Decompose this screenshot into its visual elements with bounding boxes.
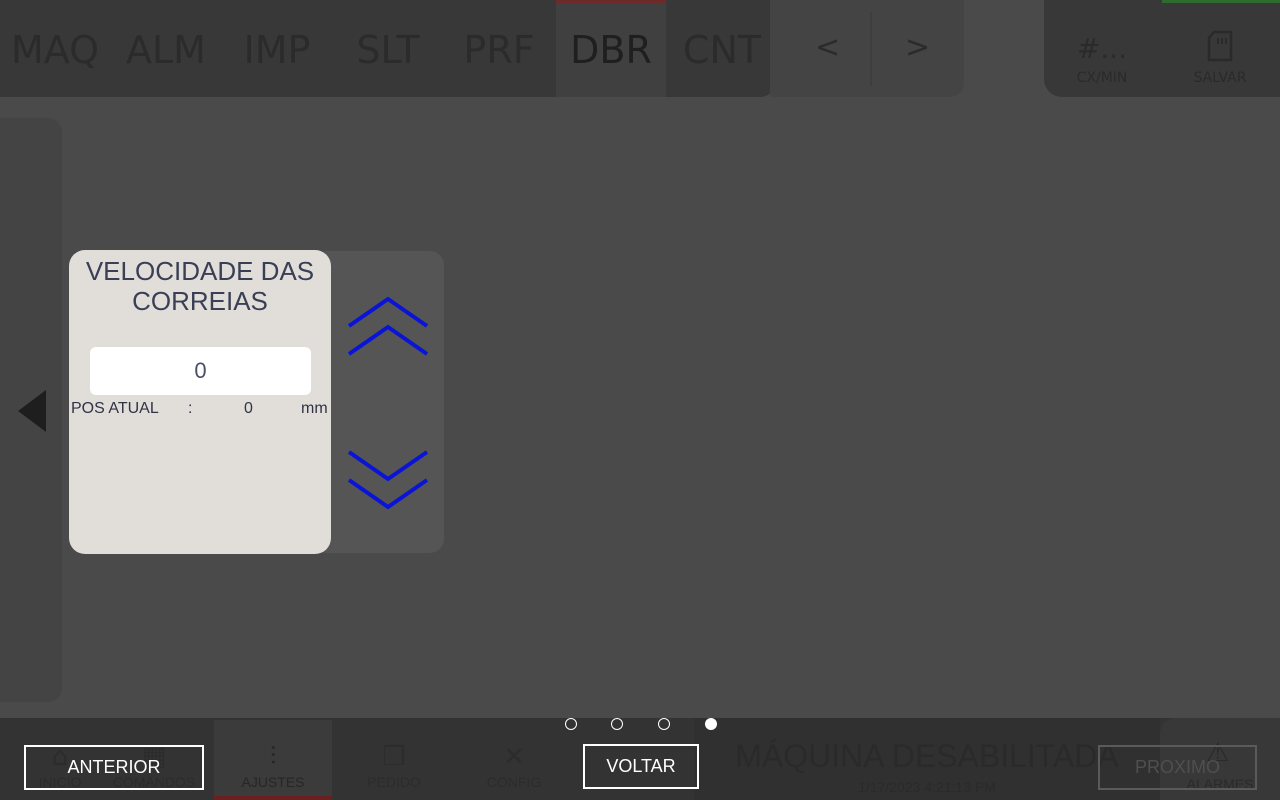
nav-divider	[870, 12, 872, 86]
tab-imp[interactable]: IMP	[222, 28, 332, 72]
tab-maq[interactable]: MAQ	[0, 28, 110, 72]
sd-card-icon-svg	[1207, 30, 1233, 62]
boxes-icon: ❒	[382, 742, 406, 772]
status-accent-bar	[1162, 0, 1280, 3]
nav-ajustes[interactable]: ⫶ AJUSTES	[214, 720, 332, 800]
card-title-line1: VELOCIDADE DAS	[85, 256, 315, 286]
pos-value: 0	[244, 400, 253, 417]
status-datetime: 1/17/2023 4:21:13 PM	[858, 779, 996, 795]
save-label: SALVAR	[1193, 70, 1247, 86]
prev-tab-button[interactable]: <	[815, 30, 840, 65]
nav-pedido-label: PEDIDO	[367, 774, 421, 790]
double-chevron-down-icon[interactable]	[346, 448, 430, 512]
card-title: VELOCIDADE DAS CORREIAS	[69, 256, 331, 316]
parameter-card: VELOCIDADE DAS CORREIAS 0 POS ATUAL : 0 …	[69, 250, 331, 554]
anterior-button[interactable]: ANTERIOR	[24, 745, 204, 790]
nav-ajustes-label: AJUSTES	[241, 774, 305, 790]
pos-separator: :	[188, 400, 193, 417]
nav-config[interactable]: ✕ CONFIG	[454, 720, 574, 800]
pos-unit: mm	[301, 400, 328, 417]
tools-icon: ✕	[503, 742, 525, 772]
nav-config-label: CONFIG	[486, 774, 542, 790]
tab-slt[interactable]: SLT	[333, 28, 443, 72]
sliders-icon: ⫶	[269, 742, 277, 772]
counter-label: CX/MIN	[1076, 70, 1128, 86]
sd-card-icon[interactable]	[1170, 30, 1270, 69]
tab-alm[interactable]: ALM	[111, 28, 221, 72]
page-dot-4-active[interactable]	[705, 718, 717, 730]
value-input[interactable]: 0	[90, 347, 311, 395]
tab-nav-box	[770, 0, 964, 97]
page-dot-2[interactable]	[611, 718, 623, 730]
next-tab-button[interactable]: >	[905, 30, 930, 65]
tab-prf[interactable]: PRF	[444, 28, 554, 72]
page-dot-3[interactable]	[658, 718, 670, 730]
tab-cnt[interactable]: CNT	[667, 28, 777, 72]
left-triangle-icon[interactable]	[18, 390, 46, 432]
tab-dbr-active-indicator	[556, 0, 666, 3]
proximo-button[interactable]: PROXIMO	[1098, 745, 1257, 790]
page-dot-1[interactable]	[565, 718, 577, 730]
nav-ajustes-active-indicator	[214, 796, 332, 800]
pos-label: POS ATUAL	[71, 400, 159, 417]
machine-status-text: MÁQUINA DESABILITADA	[735, 738, 1119, 774]
voltar-button[interactable]: VOLTAR	[583, 744, 699, 789]
card-title-line2: CORREIAS	[132, 286, 268, 316]
counter-icon: #...	[1076, 32, 1128, 65]
tab-dbr[interactable]: DBR	[556, 28, 666, 72]
nav-pedido[interactable]: ❒ PEDIDO	[334, 720, 454, 800]
double-chevron-up-icon[interactable]	[346, 296, 430, 360]
